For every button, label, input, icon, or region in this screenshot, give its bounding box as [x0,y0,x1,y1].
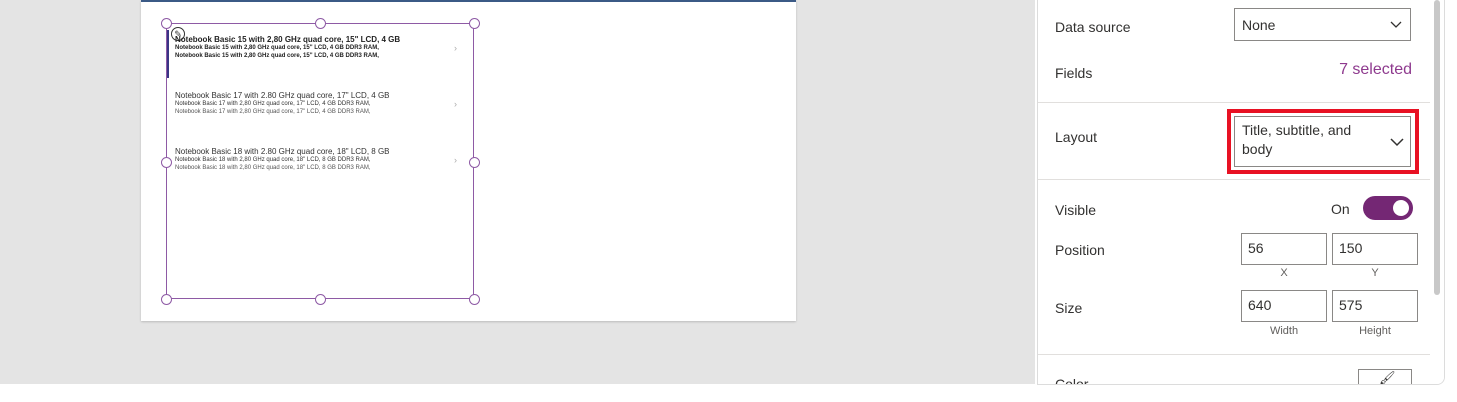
visible-label: Visible [1055,202,1096,218]
fields-selected-link[interactable]: 7 selected [1339,61,1412,79]
x-caption: X [1280,267,1288,279]
resize-handle-bottom-right[interactable] [469,294,480,305]
data-source-label: Data source [1055,19,1131,35]
chevron-right-icon[interactable]: › [454,43,457,53]
resize-handle-right[interactable] [469,157,480,168]
gallery-item[interactable]: Notebook Basic 17 with 2.80 GHz quad cor… [175,91,465,116]
gallery-item-subtitle: Notebook Basic 15 with 2,80 GHz quad cor… [175,45,379,51]
visible-toggle[interactable] [1363,196,1413,220]
gallery-item[interactable]: Notebook Basic 15 with 2,80 GHz quad cor… [175,35,465,60]
position-x-input[interactable]: 56 [1241,233,1327,265]
height-caption: Height [1359,325,1391,337]
gallery-item-title: Notebook Basic 17 with 2.80 GHz quad cor… [175,91,390,100]
visible-state-label: On [1331,201,1350,217]
divider [1038,179,1430,180]
width-caption: Width [1269,325,1299,337]
color-picker-button[interactable]: 🖌 [1358,369,1412,385]
app-screen[interactable]: ✎ Notebook Basic 15 with 2,80 GHz quad c… [141,0,796,321]
gallery-item-body: Notebook Basic 17 with 2,80 GHz quad cor… [175,109,371,115]
layout-label: Layout [1055,129,1098,145]
size-height-input[interactable]: 575 [1332,290,1418,322]
data-source-dropdown[interactable]: None [1234,8,1411,41]
toggle-knob [1393,200,1409,216]
chevron-down-icon [1390,21,1402,28]
resize-handle-top-left[interactable] [161,18,172,29]
gallery-item-title: Notebook Basic 15 with 2,80 GHz quad cor… [175,35,401,44]
selected-item-indicator [167,30,169,78]
canvas-area: ✎ Notebook Basic 15 with 2,80 GHz quad c… [0,0,1035,384]
chevron-right-icon[interactable]: › [454,99,457,109]
resize-handle-left[interactable] [161,157,172,168]
properties-panel: Data source None Fields 7 selected Layou… [1037,0,1445,385]
gallery-item-subtitle: Notebook Basic 18 with 2,80 GHz quad cor… [175,157,371,163]
chevron-right-icon[interactable]: › [454,155,457,165]
scrollbar-thumb[interactable] [1434,0,1440,295]
data-source-value: None [1242,17,1276,33]
screen-top-border [141,0,796,2]
color-label: Color [1055,376,1089,385]
layout-value: Title, subtitle, and body [1242,122,1352,157]
paint-bucket-icon: 🖌 [1379,370,1396,385]
gallery-item-subtitle: Notebook Basic 17 with 2,80 GHz quad cor… [175,101,371,107]
divider [1038,102,1430,103]
resize-handle-top-right[interactable] [469,18,480,29]
y-caption: Y [1371,267,1379,279]
layout-dropdown[interactable]: Title, subtitle, and body [1234,116,1411,167]
resize-handle-bottom-left[interactable] [161,294,172,305]
resize-handle-top[interactable] [315,18,326,29]
gallery-item[interactable]: Notebook Basic 18 with 2.80 GHz quad cor… [175,147,465,172]
size-label: Size [1055,300,1083,316]
chevron-down-icon [1390,138,1404,147]
size-width-input[interactable]: 640 [1241,290,1327,322]
position-y-input[interactable]: 150 [1332,233,1418,265]
gallery-item-title: Notebook Basic 18 with 2.80 GHz quad cor… [175,147,390,156]
gallery-item-body: Notebook Basic 18 with 2,80 GHz quad cor… [175,165,371,171]
divider [1038,354,1430,355]
gallery-control[interactable]: ✎ Notebook Basic 15 with 2,80 GHz quad c… [161,18,480,305]
position-label: Position [1055,242,1105,258]
resize-handle-bottom[interactable] [315,294,326,305]
fields-label: Fields [1055,65,1093,81]
gallery-item-body: Notebook Basic 15 with 2,80 GHz quad cor… [175,53,379,59]
